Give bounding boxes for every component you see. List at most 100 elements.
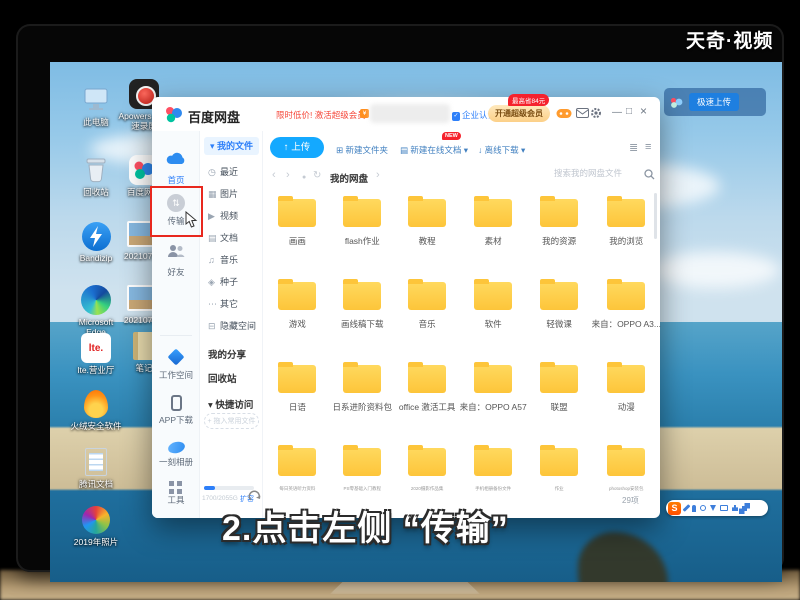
rail-item-workspace[interactable]: 工作空间 (152, 349, 200, 381)
flame-security-icon (70, 388, 122, 420)
desktop-icon-docs[interactable]: 腾讯文档 (70, 446, 122, 490)
folder-item[interactable]: 轻微课 (527, 278, 592, 361)
folder-item[interactable]: 来自：OPPO A3... (592, 278, 661, 361)
rail-item-friends[interactable]: 好友 (152, 244, 200, 278)
upload-button[interactable]: ↑ 上传 (270, 137, 324, 158)
nav-item-other[interactable]: ⋯其它 (208, 297, 238, 310)
folder-item[interactable]: 动漫 (592, 361, 661, 444)
rail-item-yike-album[interactable]: 一刻相册 (152, 439, 200, 468)
storage-bar (204, 486, 254, 490)
netdisk-upload-widget[interactable]: 极速上传 (664, 88, 766, 116)
breadcrumb[interactable]: 我的网盘 (330, 171, 368, 185)
scrollbar[interactable] (654, 193, 657, 239)
folder-icon (278, 282, 316, 310)
fast-upload-button[interactable]: 极速上传 (689, 93, 739, 111)
forward-icon[interactable]: › (286, 170, 290, 181)
chevron-down-icon: ▾ (461, 145, 468, 155)
folder-item[interactable]: 日系进阶资料包 (330, 361, 395, 444)
nav-item-recent[interactable]: ◷最近 (208, 165, 238, 178)
album-icon (166, 440, 185, 455)
nav-recycle-bin[interactable]: 回收站 (208, 371, 237, 385)
folder-icon (474, 199, 512, 227)
nav-item-videos[interactable]: ▶视频 (208, 209, 238, 222)
download-icon: ↓ (478, 145, 482, 155)
play-icon: ▶ (208, 211, 220, 222)
folder-icon (408, 448, 446, 476)
keyboard-icon[interactable] (720, 505, 728, 511)
desktop-icon-lte[interactable]: lte. lte.营业厅 (70, 332, 122, 376)
folder-item[interactable]: 音乐 (395, 278, 460, 361)
back-icon[interactable]: ‹ (272, 170, 276, 181)
lightning-app-icon (70, 220, 122, 252)
close-button[interactable]: × (640, 106, 647, 116)
folder-item[interactable]: 我的资源 (527, 195, 592, 278)
folder-item[interactable]: 素材 (460, 195, 527, 278)
folder-item[interactable]: 软件 (460, 278, 527, 361)
nav-item-torrents[interactable]: ◈种子 (208, 275, 238, 288)
arrow-down-icon[interactable] (710, 505, 716, 511)
new-online-doc-button[interactable]: ▤ 新建在线文档 ▾ (400, 144, 468, 156)
image-icon: ▦ (208, 189, 220, 200)
search-input[interactable] (554, 168, 642, 178)
folder-item[interactable]: 画线稿下载 (330, 278, 395, 361)
grid-menu-icon[interactable] (742, 506, 747, 511)
new-folder-button[interactable]: ⊞ 新建文件夹 (336, 144, 388, 156)
folder-icon (607, 448, 645, 476)
tools-puzzle-icon[interactable] (732, 505, 738, 511)
folder-item[interactable]: 作业 (527, 444, 592, 527)
pen-icon[interactable] (683, 504, 691, 512)
folder-item[interactable]: 画画 (265, 195, 330, 278)
nav-item-documents[interactable]: ▤文档 (208, 231, 238, 244)
nav-my-files[interactable]: ▾ 我的文件 (204, 137, 259, 155)
folder-item[interactable]: photoshop安装包 (592, 444, 661, 527)
ime-toolbar[interactable]: S (666, 500, 768, 516)
nav-item-hidden-space[interactable]: ⊟隐藏空间 (208, 319, 256, 332)
desktop-icon-huorong[interactable]: 火绒安全软件 (70, 388, 122, 432)
rail-label: 工作空间 (152, 369, 200, 381)
app-logo-icon (164, 105, 184, 123)
rail-item-tools[interactable]: 工具 (152, 479, 200, 506)
folder-item[interactable]: office 激活工具 (395, 361, 460, 444)
grid-view-icon[interactable]: ≡ (645, 141, 651, 153)
phone-icon (171, 395, 182, 411)
open-svip-button[interactable]: 开通超级会员 (488, 105, 550, 122)
folder-item[interactable]: 来自：OPPO A57 (460, 361, 527, 444)
folder-icon (278, 365, 316, 393)
refresh-icon[interactable]: ↻ (313, 170, 321, 181)
folder-icon (343, 448, 381, 476)
list-view-icon[interactable]: ≣ (629, 141, 638, 154)
promo-cart-icon[interactable]: ¥ (360, 109, 369, 118)
emoji-icon[interactable] (700, 505, 706, 511)
folder-item[interactable]: 游戏 (265, 278, 330, 361)
item-count: 29项 (622, 495, 639, 506)
rail-item-home[interactable]: 首页 (152, 150, 200, 186)
offline-download-button[interactable]: ↓ 离线下载 ▾ (478, 144, 525, 156)
mic-icon[interactable] (692, 505, 696, 512)
nav-quick-access[interactable]: ▾ 快捷访问 (208, 397, 253, 411)
desktop-icon-bandizip[interactable]: Bandizip (70, 220, 122, 264)
folder-item[interactable]: flash作业 (330, 195, 395, 278)
minimize-button[interactable]: — (612, 108, 622, 118)
desktop-icon-this-pc[interactable]: 此电脑 (70, 84, 122, 128)
quick-access-dropzone[interactable]: + 拖入常用文件夹 (204, 413, 259, 429)
desktop-icon-recycle-bin[interactable]: 回收站 (70, 154, 122, 198)
mail-icon[interactable] (576, 108, 589, 118)
folder-item[interactable]: 日语 (265, 361, 330, 444)
rail-item-app-download[interactable]: APP下载 (152, 395, 200, 426)
nav-my-shares[interactable]: 我的分享 (208, 347, 246, 361)
desktop-icon-edge[interactable]: Microsoft Edge (70, 284, 122, 337)
nav-item-music[interactable]: ♫音乐 (208, 253, 238, 266)
promo-link[interactable]: 限时低价! 激活超级会员 (276, 109, 366, 121)
nav-item-pictures[interactable]: ▦图片 (208, 187, 238, 200)
folder-item[interactable]: 教程 (395, 195, 460, 278)
lte-app-icon: lte. (70, 332, 122, 364)
folder-item[interactable]: 我的浏览 (592, 195, 661, 278)
maximize-button[interactable]: □ (626, 107, 632, 117)
settings-gear-icon[interactable] (590, 107, 602, 119)
folder-item[interactable]: 联盟 (527, 361, 592, 444)
desktop-icon-photos-app[interactable]: 2019年照片 (70, 504, 122, 548)
sogou-logo-icon[interactable]: S (668, 502, 681, 515)
search-icon[interactable] (644, 169, 655, 180)
gamepad-icon[interactable] (556, 108, 572, 119)
baidu-netdisk-window: 百度网盘 限时低价! 激活超级会员 ¥ ✓企业认证 开通超级会员 最高省84元 … (152, 97, 660, 518)
